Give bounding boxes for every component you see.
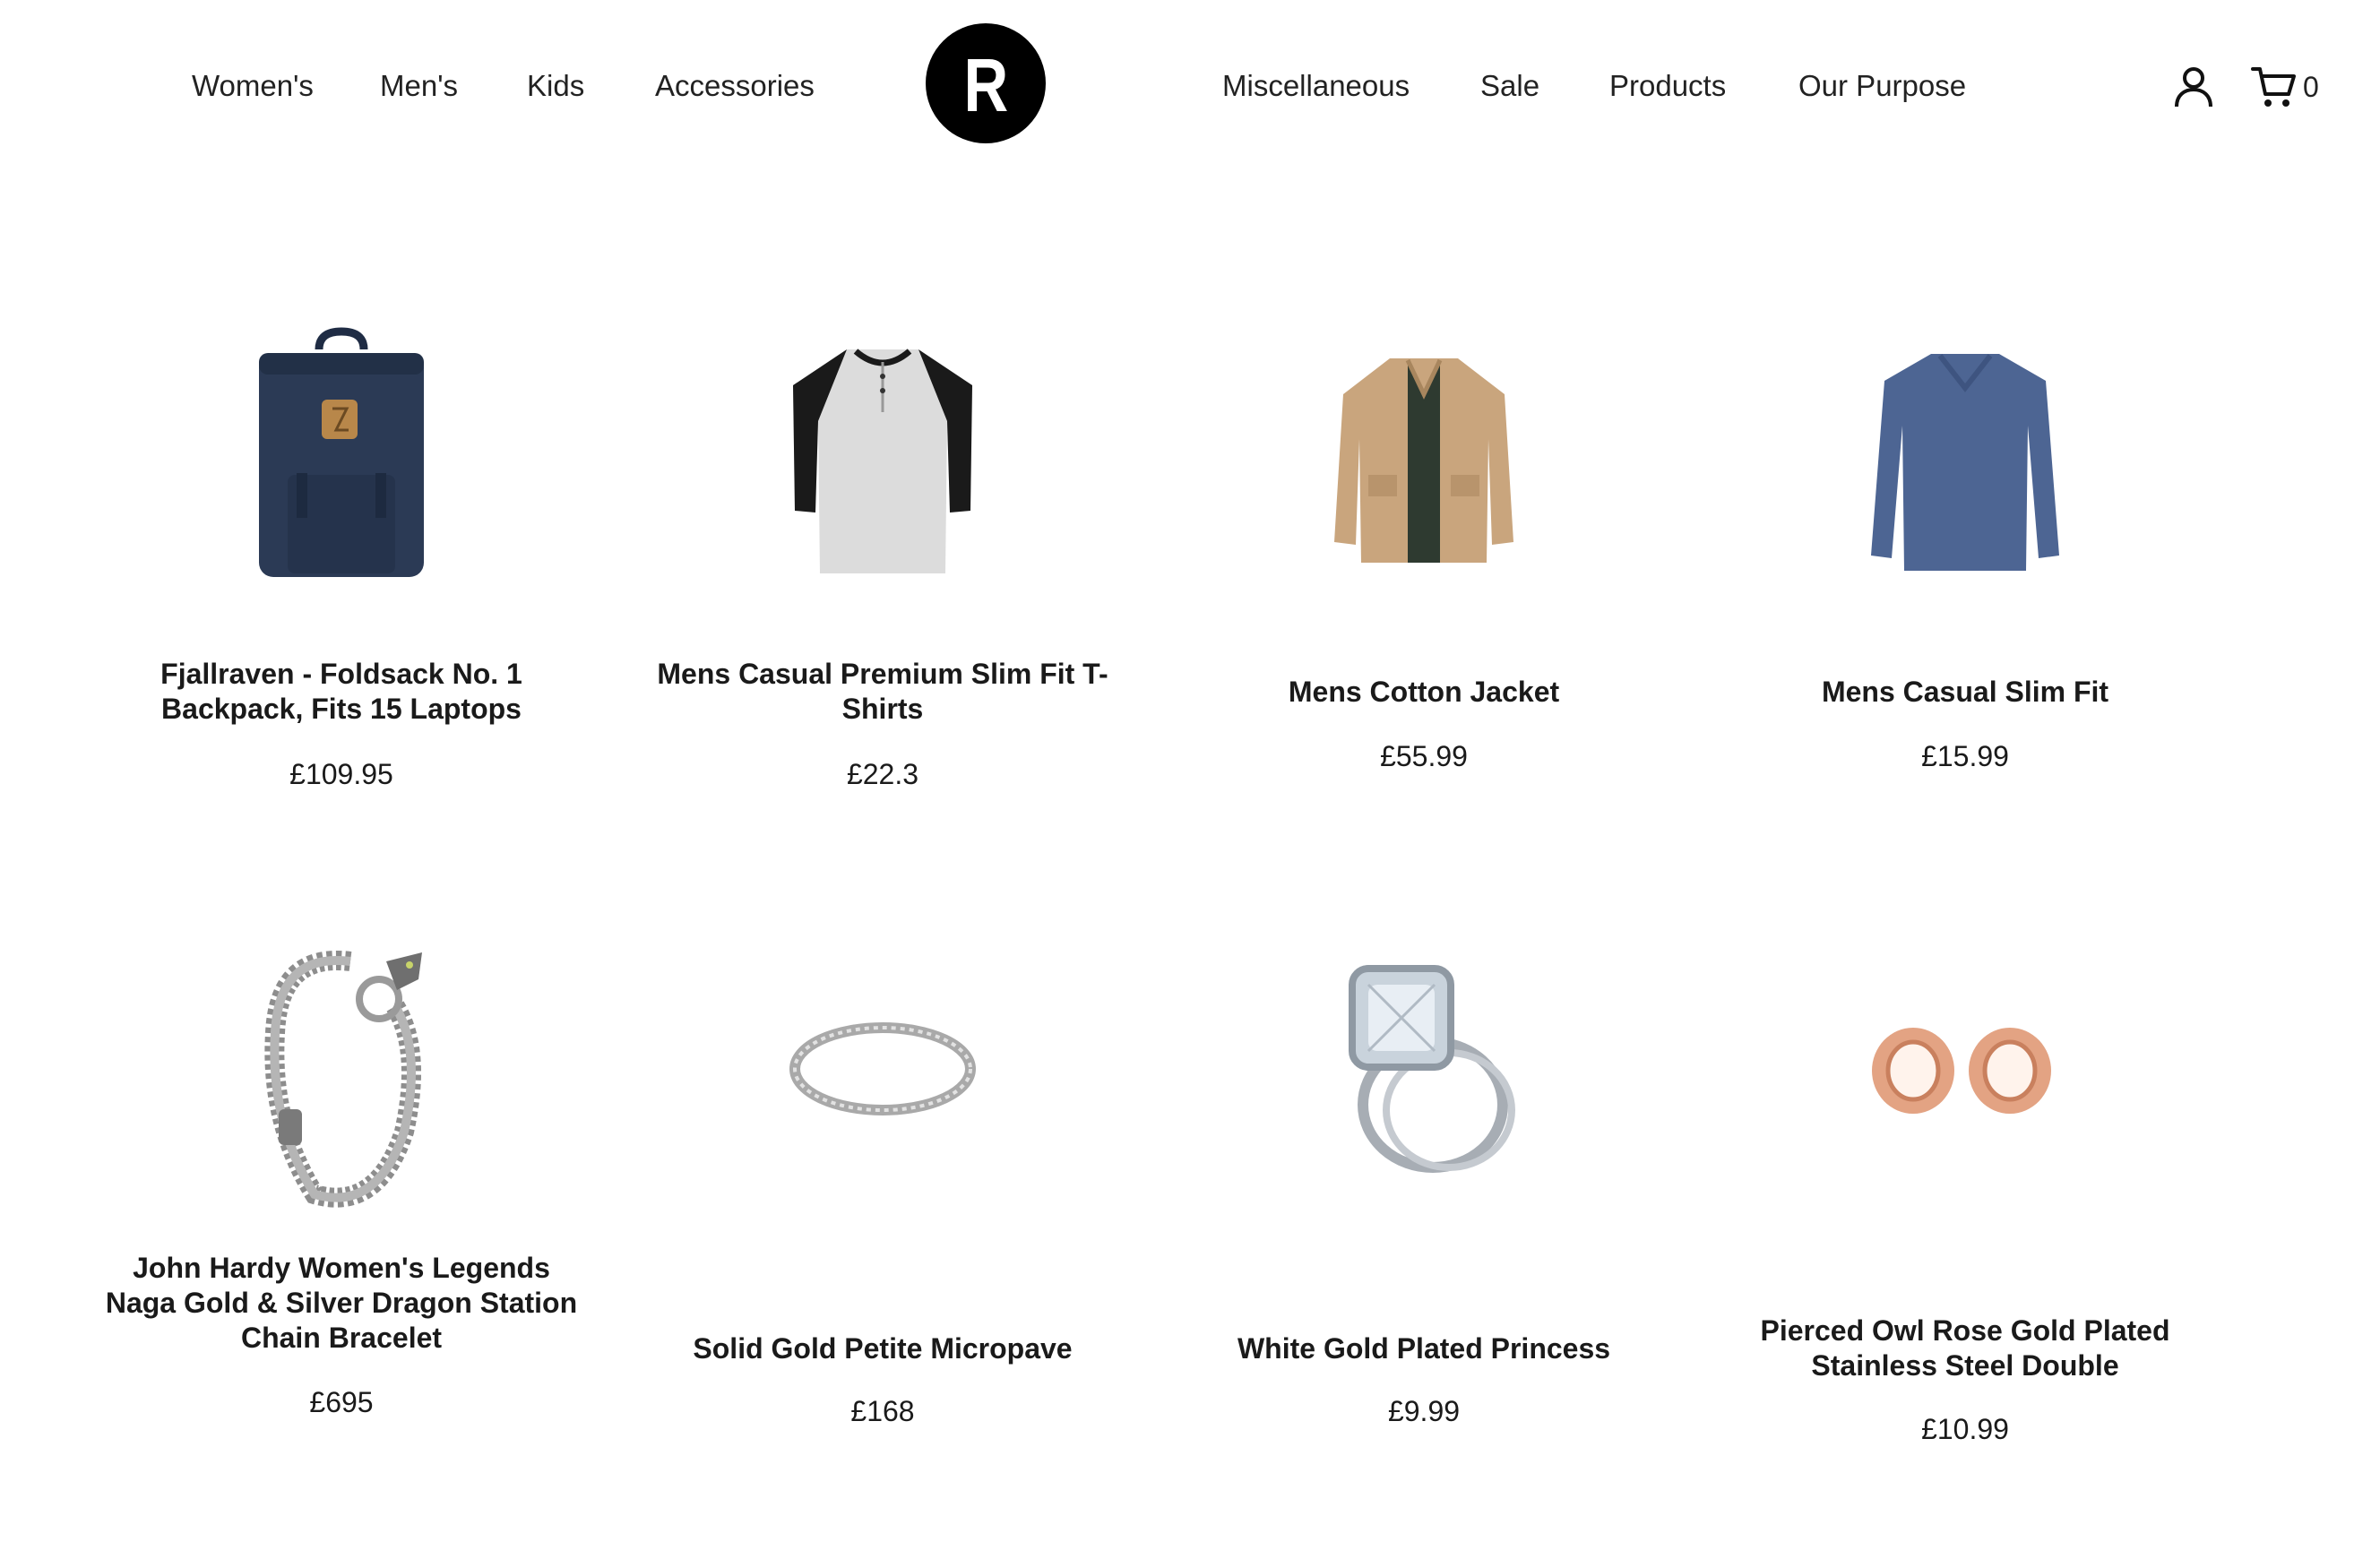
product-price: £22.3	[846, 758, 919, 790]
engagement-ring-icon	[1182, 921, 1666, 1217]
product-price: £10.99	[1921, 1413, 2009, 1445]
product-price: £15.99	[1921, 740, 2009, 772]
product-title[interactable]: White Gold Plated Princess	[1182, 1331, 1666, 1366]
jacket-icon	[1182, 309, 1666, 605]
product-title[interactable]: Mens Casual Premium Slim Fit T-Shirts	[641, 657, 1125, 727]
ear-tunnel-icon	[1723, 921, 2207, 1217]
product-price: £695	[309, 1386, 374, 1418]
product-price: £168	[850, 1395, 915, 1427]
product-title[interactable]: Pierced Owl Rose Gold Plated Stainless S…	[1723, 1314, 2207, 1383]
product-title[interactable]: Solid Gold Petite Micropave	[641, 1331, 1125, 1366]
ring-icon	[641, 921, 1125, 1217]
sweater-icon	[1723, 309, 2207, 605]
backpack-icon	[99, 309, 583, 605]
tshirt-icon	[641, 309, 1125, 605]
product-price: £55.99	[1380, 740, 1468, 772]
product-title[interactable]: Mens Cotton Jacket	[1182, 675, 1666, 710]
product-price: £9.99	[1387, 1395, 1461, 1427]
product-title[interactable]: Fjallraven - Foldsack No. 1 Backpack, Fi…	[99, 657, 583, 727]
product-price: £109.95	[289, 758, 393, 790]
product-title[interactable]: Mens Casual Slim Fit	[1723, 675, 2207, 710]
product-title[interactable]: John Hardy Women's Legends Naga Gold & S…	[99, 1251, 583, 1356]
product-grid: Fjallraven - Foldsack No. 1 Backpack, Fi…	[0, 0, 2380, 1559]
bracelet-icon	[99, 921, 583, 1217]
